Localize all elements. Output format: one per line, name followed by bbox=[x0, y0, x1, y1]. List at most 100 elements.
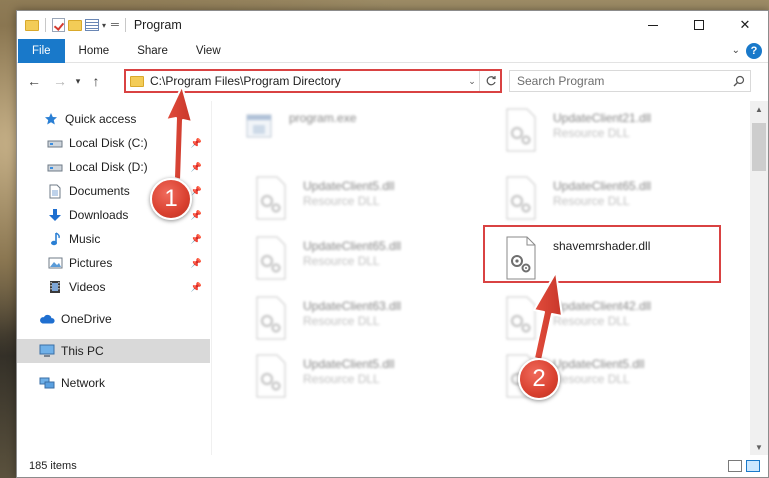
star-icon bbox=[43, 111, 59, 127]
search-input[interactable] bbox=[510, 71, 728, 91]
properties-check-icon[interactable] bbox=[52, 18, 65, 32]
ribbon-tabs: File Home Share View ⌄ ? bbox=[17, 38, 768, 63]
file-type: Resource DLL bbox=[303, 314, 380, 328]
file-name: UpdateClient5.dll bbox=[303, 357, 395, 371]
dll-file-icon bbox=[503, 235, 547, 283]
tab-file[interactable]: File bbox=[18, 38, 65, 63]
navigation-bar: ← → ▾ ↑ C:\Program Files\Program Directo… bbox=[17, 64, 768, 98]
file-item-dll[interactable]: UpdateClient65.dll Resource DLL bbox=[503, 175, 733, 227]
search-icon[interactable] bbox=[728, 75, 750, 87]
close-button[interactable]: ✕ bbox=[722, 11, 768, 39]
videos-icon bbox=[47, 279, 63, 295]
step-badge-1: 1 bbox=[150, 178, 192, 220]
pin-icon[interactable]: 📌 bbox=[191, 234, 202, 245]
minimize-button[interactable] bbox=[630, 11, 676, 39]
file-item-dll[interactable]: UpdateClient21.dll Resource DLL bbox=[503, 107, 733, 159]
file-name: UpdateClient65.dll bbox=[303, 239, 402, 253]
pin-icon[interactable]: 📌 bbox=[191, 186, 202, 197]
tab-share[interactable]: Share bbox=[123, 39, 182, 63]
sidebar-item-this-pc[interactable]: This PC bbox=[17, 339, 210, 363]
sidebar-item-local-disk-c[interactable]: Local Disk (C:) 📌 bbox=[17, 131, 210, 155]
file-meta: UpdateClient5.dll Resource DLL bbox=[303, 353, 394, 405]
sidebar-item-pictures[interactable]: Pictures 📌 bbox=[17, 251, 210, 275]
dll-file-icon bbox=[253, 235, 297, 283]
file-type: Resource DLL bbox=[553, 372, 630, 386]
file-name: UpdateClient42.dll bbox=[553, 299, 652, 313]
file-item-dll[interactable]: UpdateClient5.dll Resource DLL bbox=[253, 175, 483, 227]
quick-access-toolbar: ▾ ═ bbox=[17, 18, 119, 32]
file-type: Resource DLL bbox=[553, 126, 630, 140]
sidebar-item-label: Pictures bbox=[69, 256, 113, 270]
title-bar: ▾ ═ Program ✕ bbox=[17, 11, 768, 39]
chevron-down-icon[interactable]: ⌄ bbox=[465, 76, 479, 87]
search-box[interactable] bbox=[509, 70, 751, 92]
exe-file-icon bbox=[239, 107, 283, 155]
scroll-up-icon[interactable]: ▲ bbox=[750, 101, 768, 117]
pin-icon[interactable]: 📌 bbox=[191, 258, 202, 269]
maximize-button[interactable] bbox=[676, 11, 722, 39]
tiles-view-icon[interactable] bbox=[746, 460, 760, 472]
chevron-down-icon[interactable]: ▾ bbox=[102, 21, 106, 30]
up-button[interactable]: ↑ bbox=[85, 70, 107, 92]
folder-icon bbox=[25, 19, 39, 31]
pin-icon[interactable]: 📌 bbox=[191, 138, 202, 149]
help-icon[interactable]: ? bbox=[746, 42, 762, 59]
new-folder-icon[interactable] bbox=[68, 19, 82, 31]
file-type: Resource DLL bbox=[553, 314, 630, 328]
window-title: Program bbox=[133, 18, 182, 32]
file-meta: UpdateClient63.dll Resource DLL bbox=[303, 295, 401, 347]
sidebar-item-label: Videos bbox=[69, 280, 106, 294]
forward-arrow-icon: → bbox=[53, 73, 67, 89]
scroll-down-icon[interactable]: ▼ bbox=[750, 439, 768, 455]
pin-icon[interactable]: 📌 bbox=[191, 282, 202, 293]
file-name: UpdateClient21.dll bbox=[553, 111, 652, 125]
properties-icon[interactable] bbox=[85, 19, 99, 31]
vertical-scrollbar[interactable]: ▲ ▼ bbox=[750, 101, 768, 455]
dll-file-icon bbox=[253, 295, 297, 343]
details-view-icon[interactable] bbox=[728, 460, 742, 472]
file-item-shavemrshader-dll[interactable]: shavemrshader.dll bbox=[503, 235, 733, 287]
file-item-dll[interactable]: UpdateClient42.dll Resource DLL bbox=[503, 295, 733, 347]
view-switcher bbox=[728, 460, 760, 472]
file-meta: shavemrshader.dll bbox=[553, 235, 650, 287]
sidebar-item-onedrive[interactable]: OneDrive bbox=[17, 307, 210, 331]
up-arrow-icon: ↑ bbox=[92, 73, 100, 89]
sidebar-item-label: This PC bbox=[61, 344, 104, 358]
file-item-program-exe[interactable]: program.exe bbox=[239, 107, 469, 159]
sidebar-item-label: Quick access bbox=[65, 112, 137, 126]
divider bbox=[45, 18, 46, 32]
navigation-pane: Quick access Local Disk (C:) 📌 Local Dis… bbox=[17, 101, 212, 455]
file-name: UpdateClient65.dll bbox=[553, 179, 652, 193]
file-item-dll[interactable]: UpdateClient65.dll Resource DLL bbox=[253, 235, 483, 287]
address-bar[interactable]: C:\Program Files\Program Directory ⌄ bbox=[124, 70, 502, 92]
refresh-button[interactable] bbox=[479, 71, 501, 91]
sidebar-item-quick-access[interactable]: Quick access bbox=[17, 107, 210, 131]
status-bar: 185 items bbox=[17, 455, 768, 477]
address-path[interactable]: C:\Program Files\Program Directory bbox=[150, 74, 465, 88]
recent-locations-button[interactable]: ▾ bbox=[71, 70, 85, 92]
pin-icon[interactable]: 📌 bbox=[191, 210, 202, 221]
back-button[interactable]: ← bbox=[23, 70, 45, 92]
file-type: Resource DLL bbox=[303, 372, 380, 386]
tab-view[interactable]: View bbox=[182, 39, 235, 63]
file-item-dll[interactable]: UpdateClient63.dll Resource DLL bbox=[253, 295, 483, 347]
customize-toolbar-icon[interactable]: ═ bbox=[111, 19, 119, 31]
file-meta: program.exe bbox=[289, 107, 356, 159]
scrollbar-thumb[interactable] bbox=[752, 123, 766, 171]
file-name: UpdateClient5.dll bbox=[553, 357, 645, 371]
pictures-icon bbox=[47, 255, 63, 271]
pin-icon[interactable]: 📌 bbox=[191, 162, 202, 173]
sidebar-item-label: Local Disk (D:) bbox=[69, 160, 148, 174]
file-type: Resource DLL bbox=[303, 254, 380, 268]
file-item-dll[interactable]: UpdateClient5.dll Resource DLL bbox=[253, 353, 483, 405]
minimize-icon bbox=[648, 24, 658, 26]
forward-button[interactable]: → bbox=[49, 70, 71, 92]
sidebar-item-videos[interactable]: Videos 📌 bbox=[17, 275, 210, 299]
file-meta: UpdateClient65.dll Resource DLL bbox=[553, 175, 651, 227]
expand-ribbon-icon[interactable]: ⌄ bbox=[732, 45, 740, 56]
tab-home[interactable]: Home bbox=[65, 39, 124, 63]
sidebar-item-network[interactable]: Network bbox=[17, 371, 210, 395]
sidebar-item-music[interactable]: Music 📌 bbox=[17, 227, 210, 251]
file-type: Resource DLL bbox=[303, 194, 380, 208]
sidebar-item-local-disk-d[interactable]: Local Disk (D:) 📌 bbox=[17, 155, 210, 179]
